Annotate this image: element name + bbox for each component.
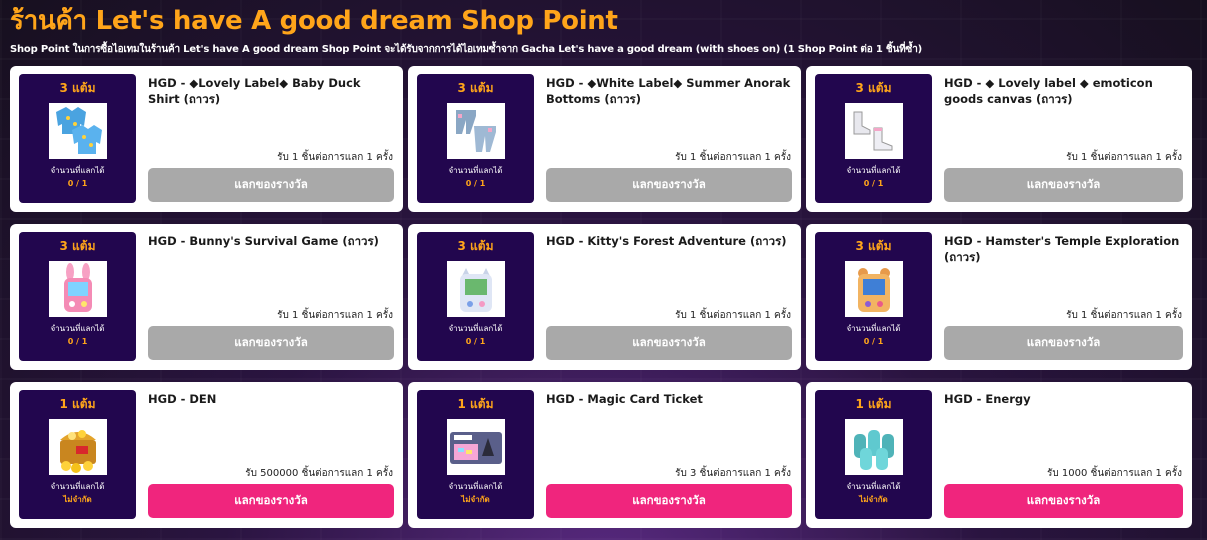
kitty-console-icon [459, 268, 492, 312]
item-name: HGD - ◆ Lovely label ◆ emoticon goods ca… [944, 76, 1153, 106]
item-thumbnail [48, 261, 107, 317]
exchangeable-count: ไม่จำกัด [63, 495, 92, 504]
item-name: HGD - Bunny's Survival Game (ถาวร) [148, 234, 379, 248]
shop-grid: 3 แต้ม จำนวนที่แลกได้ 0 / 1 HGD - ◆Lovel… [10, 66, 1192, 528]
shoes-icon [853, 111, 892, 151]
item-info-panel: 1 แต้ม จำนวนที่แลกได้ ไม่จำกัด [19, 390, 136, 519]
item-info-panel: 1 แต้ม จำนวนที่แลกได้ ไม่จำกัด [417, 390, 534, 519]
item-info-panel: 3 แต้ม จำนวนที่แลกได้ 0 / 1 [417, 74, 534, 203]
shop-item-card: 1 แต้ม จำนวนที่แลกได้ ไม่จำกัด HGD - Mag… [408, 382, 801, 528]
exchangeable-count: 0 / 1 [863, 337, 884, 346]
item-thumbnail [446, 261, 505, 317]
points-cost: 3 แต้ม [457, 81, 494, 95]
points-cost: 3 แต้ม [59, 81, 96, 95]
exchangeable-count: 0 / 1 [863, 179, 884, 188]
exchangeable-label: จำนวนที่แลกได้ [846, 482, 901, 491]
shop-item-card: 1 แต้ม จำนวนที่แลกได้ ไม่จำกัด HGD - DEN… [10, 382, 403, 528]
receive-info: รับ 1 ชิ้นต่อการแลก 1 ครั้ง [675, 152, 791, 163]
bunny-console-icon [63, 263, 92, 312]
points-cost: 3 แต้ม [855, 239, 892, 253]
item-info-panel: 1 แต้ม จำนวนที่แลกได้ ไม่จำกัด [815, 390, 932, 519]
points-cost: 1 แต้ม [457, 397, 494, 411]
receive-info: รับ 1 ชิ้นต่อการแลก 1 ครั้ง [1066, 310, 1182, 321]
redeem-button[interactable]: แลกของรางวัล [944, 168, 1183, 202]
item-name: HGD - DEN [148, 392, 217, 406]
receive-info: รับ 1 ชิ้นต่อการแลก 1 ครั้ง [277, 152, 393, 163]
exchangeable-count: 0 / 1 [465, 337, 486, 346]
item-name: HGD - Magic Card Ticket [546, 392, 703, 406]
redeem-button[interactable]: แลกของรางวัล [546, 484, 792, 518]
redeem-button[interactable]: แลกของรางวัล [944, 326, 1183, 360]
redeem-button[interactable]: แลกของรางวัล [148, 168, 394, 202]
exchangeable-label: จำนวนที่แลกได้ [448, 482, 503, 491]
item-name: HGD - Kitty's Forest Adventure (ถาวร) [546, 234, 787, 248]
redeem-button[interactable]: แลกของรางวัล [148, 326, 394, 360]
item-name: HGD - ◆Lovely Label◆ Baby Duck Shirt (ถา… [148, 76, 361, 106]
points-cost: 3 แต้ม [855, 81, 892, 95]
magic-card-icon [449, 432, 502, 464]
redeem-button[interactable]: แลกของรางวัล [546, 326, 792, 360]
receive-info: รับ 1000 ชิ้นต่อการแลก 1 ครั้ง [1047, 468, 1182, 479]
item-thumbnail [446, 103, 505, 159]
exchangeable-count: ไม่จำกัด [859, 495, 888, 504]
item-name: HGD - Energy [944, 392, 1031, 406]
receive-info: รับ 3 ชิ้นต่อการแลก 1 ครั้ง [675, 468, 791, 479]
item-info-panel: 3 แต้ม จำนวนที่แลกได้ 0 / 1 [815, 232, 932, 361]
exchangeable-label: จำนวนที่แลกได้ [846, 166, 901, 175]
points-cost: 1 แต้ม [59, 397, 96, 411]
item-info-panel: 3 แต้ม จำนวนที่แลกได้ 0 / 1 [815, 74, 932, 203]
exchangeable-label: จำนวนที่แลกได้ [50, 482, 105, 491]
hamster-console-icon [857, 268, 890, 312]
item-thumbnail [844, 103, 903, 159]
exchangeable-label: จำนวนที่แลกได้ [448, 324, 503, 333]
page-header: ร้านค้า Let's have A good dream Shop Poi… [10, 4, 1197, 57]
page-subtitle: Shop Point ในการซื้อไอเทมในร้านค้า Let's… [10, 44, 923, 55]
shop-item-card: 3 แต้ม จำนวนที่แลกได้ 0 / 1 HGD - ◆ Love… [806, 66, 1192, 212]
bottoms-icon [455, 110, 496, 152]
exchangeable-label: จำนวนที่แลกได้ [50, 324, 105, 333]
exchangeable-label: จำนวนที่แลกได้ [448, 166, 503, 175]
shop-item-card: 3 แต้ม จำนวนที่แลกได้ 0 / 1 HGD - Bunny'… [10, 224, 403, 370]
item-thumbnail [48, 103, 107, 159]
points-cost: 3 แต้ม [457, 239, 494, 253]
item-info-panel: 3 แต้ม จำนวนที่แลกได้ 0 / 1 [19, 232, 136, 361]
shirt-icon [55, 107, 102, 154]
item-thumbnail [446, 419, 505, 475]
shop-item-card: 3 แต้ม จำนวนที่แลกได้ 0 / 1 HGD - Kitty'… [408, 224, 801, 370]
points-cost: 1 แต้ม [855, 397, 892, 411]
shop-item-card: 3 แต้ม จำนวนที่แลกได้ 0 / 1 HGD - ◆Lovel… [10, 66, 403, 212]
energy-bottles-icon [853, 430, 894, 470]
shop-item-card: 1 แต้ม จำนวนที่แลกได้ ไม่จำกัด HGD - Ene… [806, 382, 1192, 528]
item-name: HGD - ◆White Label◆ Summer Anorak Bottom… [546, 76, 791, 106]
receive-info: รับ 1 ชิ้นต่อการแลก 1 ครั้ง [1066, 152, 1182, 163]
item-info-panel: 3 แต้ม จำนวนที่แลกได้ 0 / 1 [417, 232, 534, 361]
redeem-button[interactable]: แลกของรางวัล [148, 484, 394, 518]
exchangeable-count: 0 / 1 [465, 179, 486, 188]
redeem-button[interactable]: แลกของรางวัล [546, 168, 792, 202]
page-title: ร้านค้า Let's have A good dream Shop Poi… [10, 6, 618, 36]
receive-info: รับ 500000 ชิ้นต่อการแลก 1 ครั้ง [245, 468, 393, 479]
exchangeable-count: 0 / 1 [67, 179, 88, 188]
receive-info: รับ 1 ชิ้นต่อการแลก 1 ครั้ง [675, 310, 791, 321]
item-thumbnail [844, 261, 903, 317]
item-thumbnail [844, 419, 903, 475]
item-info-panel: 3 แต้ม จำนวนที่แลกได้ 0 / 1 [19, 74, 136, 203]
item-name: HGD - Hamster's Temple Exploration (ถาวร… [944, 234, 1180, 264]
shop-item-card: 3 แต้ม จำนวนที่แลกได้ 0 / 1 HGD - Hamste… [806, 224, 1192, 370]
treasure-chest-icon [59, 430, 96, 473]
item-thumbnail [48, 419, 107, 475]
exchangeable-label: จำนวนที่แลกได้ [50, 166, 105, 175]
exchangeable-label: จำนวนที่แลกได้ [846, 324, 901, 333]
redeem-button[interactable]: แลกของรางวัล [944, 484, 1183, 518]
exchangeable-count: ไม่จำกัด [461, 495, 490, 504]
receive-info: รับ 1 ชิ้นต่อการแลก 1 ครั้ง [277, 310, 393, 321]
exchangeable-count: 0 / 1 [67, 337, 88, 346]
points-cost: 3 แต้ม [59, 239, 96, 253]
shop-item-card: 3 แต้ม จำนวนที่แลกได้ 0 / 1 HGD - ◆White… [408, 66, 801, 212]
